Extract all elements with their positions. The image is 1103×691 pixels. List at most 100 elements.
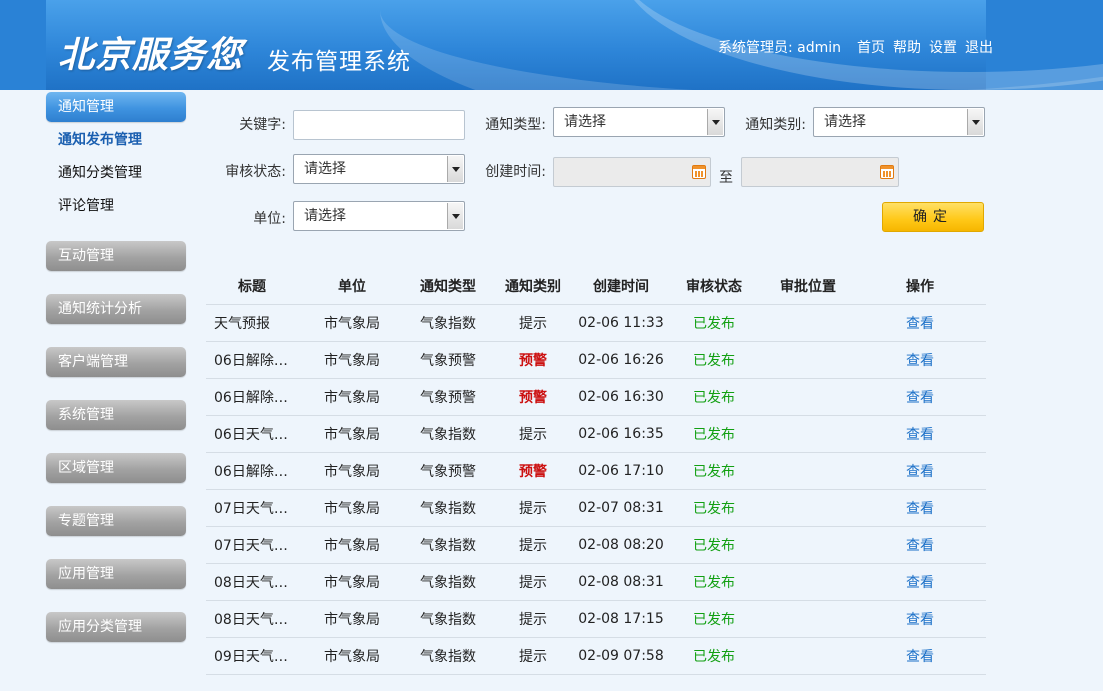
cell-title: 天气预报 (206, 304, 298, 342)
current-user: 系统管理员: admin (718, 40, 842, 56)
cell-category: 提示 (490, 600, 576, 638)
nav-group-system[interactable]: 系统管理 (46, 400, 186, 430)
keyword-label: 关键字: (239, 117, 286, 133)
cell-unit: 市气象局 (298, 452, 406, 490)
cell-created-time: 02-06 17:10 (576, 452, 666, 490)
nav-group-region[interactable]: 区域管理 (46, 453, 186, 483)
view-link[interactable]: 查看 (906, 316, 934, 332)
table-header-row: 标题 单位 通知类型 通知类别 创建时间 审核状态 审批位置 操作 (206, 268, 986, 305)
cell-title: 07日天气… (206, 526, 298, 564)
cell-created-time: 02-08 17:15 (576, 600, 666, 638)
nav-group-topic[interactable]: 专题管理 (46, 506, 186, 536)
nav-group-interaction[interactable]: 互动管理 (46, 241, 186, 271)
view-link[interactable]: 查看 (906, 390, 934, 406)
unit-value: 请选择 (304, 208, 346, 224)
column-header-operation: 操作 (854, 268, 986, 305)
sidebar: 通知管理 通知发布管理 通知分类管理 评论管理 互动管理 通知统计分析 客户端管… (46, 92, 186, 642)
cell-type: 气象指数 (406, 489, 490, 527)
cell-category: 预警 (490, 341, 576, 379)
cell-unit: 市气象局 (298, 378, 406, 416)
cell-operation: 查看 (854, 341, 986, 379)
view-link[interactable]: 查看 (906, 575, 934, 591)
cell-title: 06日解除… (206, 341, 298, 379)
view-link[interactable]: 查看 (906, 427, 934, 443)
cell-unit: 市气象局 (298, 341, 406, 379)
cell-created-time: 02-09 07:58 (576, 637, 666, 675)
column-header-status: 审核状态 (666, 268, 762, 305)
view-link[interactable]: 查看 (906, 649, 934, 665)
cell-created-time: 02-06 16:30 (576, 378, 666, 416)
notice-category-select[interactable]: 请选择 (813, 107, 985, 137)
cell-type: 气象指数 (406, 600, 490, 638)
column-header-title: 标题 (206, 268, 298, 305)
settings-link[interactable]: 设置 (929, 37, 957, 57)
notice-category-value: 请选择 (824, 114, 866, 130)
nav-item-notice-publish[interactable]: 通知发布管理 (46, 124, 186, 157)
nav-item-comments[interactable]: 评论管理 (46, 190, 186, 223)
top-links-bar: 系统管理员: admin 首页 帮助 设置 退出 (718, 37, 993, 57)
cell-operation: 查看 (854, 637, 986, 675)
unit-select[interactable]: 请选择 (293, 201, 465, 231)
notice-type-value: 请选择 (564, 114, 606, 130)
cell-created-time: 02-06 16:35 (576, 415, 666, 453)
cell-type: 气象预警 (406, 341, 490, 379)
view-link[interactable]: 查看 (906, 538, 934, 554)
nav-item-notice-category[interactable]: 通知分类管理 (46, 157, 186, 190)
table-row: 天气预报 市气象局 气象指数 提示 02-06 11:33 已发布 查看 (206, 304, 986, 342)
cell-created-time: 02-06 11:33 (576, 304, 666, 342)
table-body: 天气预报 市气象局 气象指数 提示 02-06 11:33 已发布 查看 06日解除… 市气象局… (206, 304, 986, 675)
column-header-type: 通知类型 (406, 268, 490, 305)
cell-operation: 查看 (854, 415, 986, 453)
notice-type-select[interactable]: 请选择 (553, 107, 725, 137)
review-status-label: 审核状态: (225, 164, 286, 180)
end-date-input[interactable] (741, 157, 899, 187)
cell-unit: 市气象局 (298, 304, 406, 342)
nav-group-client[interactable]: 客户端管理 (46, 347, 186, 377)
cell-unit: 市气象局 (298, 600, 406, 638)
review-status-value: 请选择 (304, 161, 346, 177)
cell-location (762, 526, 854, 564)
column-header-location: 审批位置 (762, 268, 854, 305)
chevron-down-icon (967, 109, 983, 135)
cell-type: 气象指数 (406, 415, 490, 453)
chevron-down-icon (447, 203, 463, 229)
cell-status: 已发布 (666, 563, 762, 601)
view-link[interactable]: 查看 (906, 612, 934, 628)
cell-location (762, 452, 854, 490)
nav-group-app-category[interactable]: 应用分类管理 (46, 612, 186, 642)
nav-group-statistics[interactable]: 通知统计分析 (46, 294, 186, 324)
notice-table: 标题 单位 通知类型 通知类别 创建时间 审核状态 审批位置 操作 天气预报 市气… (206, 268, 986, 675)
cell-unit: 市气象局 (298, 637, 406, 675)
cell-type: 气象预警 (406, 452, 490, 490)
keyword-input[interactable] (293, 110, 465, 140)
help-link[interactable]: 帮助 (893, 37, 921, 57)
cell-title: 09日天气… (206, 637, 298, 675)
nav-sub-list: 通知发布管理 通知分类管理 评论管理 (46, 122, 186, 241)
cell-category: 预警 (490, 452, 576, 490)
calendar-icon[interactable] (692, 165, 706, 179)
cell-location (762, 637, 854, 675)
cell-status: 已发布 (666, 378, 762, 416)
confirm-button[interactable]: 确定 (882, 202, 984, 232)
view-link[interactable]: 查看 (906, 501, 934, 517)
logout-link[interactable]: 退出 (965, 37, 993, 57)
table-row: 07日天气… 市气象局 气象指数 提示 02-08 08:20 已发布 查看 (206, 526, 986, 564)
home-link[interactable]: 首页 (857, 37, 885, 57)
view-link[interactable]: 查看 (906, 353, 934, 369)
view-link[interactable]: 查看 (906, 464, 934, 480)
nav-group-application[interactable]: 应用管理 (46, 559, 186, 589)
cell-unit: 市气象局 (298, 415, 406, 453)
review-status-select[interactable]: 请选择 (293, 154, 465, 184)
logo-title: 北京服务您 (58, 35, 244, 76)
table-row: 07日天气… 市气象局 气象指数 提示 02-07 08:31 已发布 查看 (206, 489, 986, 527)
cell-operation: 查看 (854, 563, 986, 601)
column-header-unit: 单位 (298, 268, 406, 305)
cell-type: 气象指数 (406, 526, 490, 564)
cell-unit: 市气象局 (298, 489, 406, 527)
cell-category: 提示 (490, 415, 576, 453)
start-date-input[interactable] (553, 157, 711, 187)
nav-group-notice-management[interactable]: 通知管理 (46, 92, 186, 122)
calendar-icon[interactable] (880, 165, 894, 179)
cell-type: 气象指数 (406, 637, 490, 675)
header-band-left (0, 0, 46, 90)
